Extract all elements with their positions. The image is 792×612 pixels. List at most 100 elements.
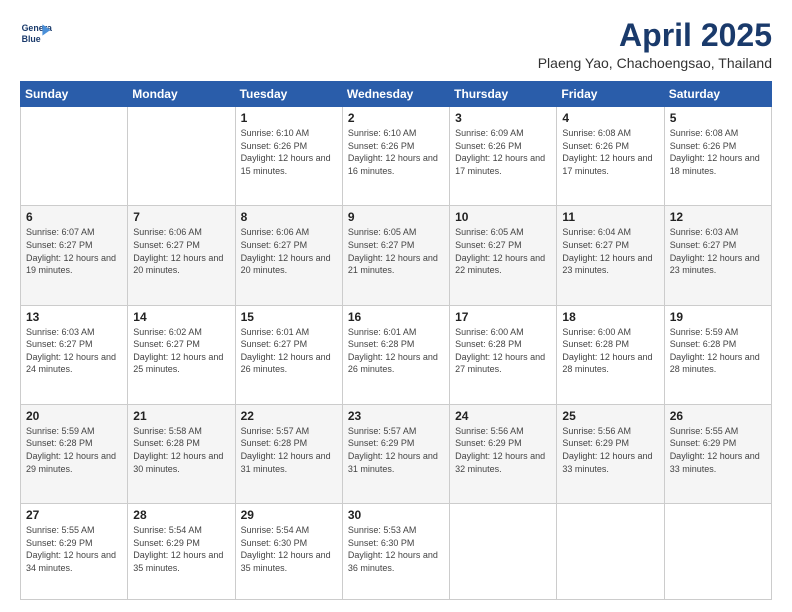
logo: General Blue xyxy=(20,18,52,50)
day-number: 24 xyxy=(455,409,551,423)
calendar-cell: 8 Sunrise: 6:06 AM Sunset: 6:27 PM Daylig… xyxy=(235,206,342,305)
day-info: Sunrise: 5:54 AM Sunset: 6:30 PM Dayligh… xyxy=(241,524,337,574)
day-number: 5 xyxy=(670,111,766,125)
calendar: SundayMondayTuesdayWednesdayThursdayFrid… xyxy=(20,81,772,600)
calendar-header-monday: Monday xyxy=(128,82,235,107)
day-number: 21 xyxy=(133,409,229,423)
day-info: Sunrise: 5:56 AM Sunset: 6:29 PM Dayligh… xyxy=(562,425,658,475)
calendar-cell: 28 Sunrise: 5:54 AM Sunset: 6:29 PM Dayli… xyxy=(128,504,235,600)
calendar-header-sunday: Sunday xyxy=(21,82,128,107)
day-info: Sunrise: 6:09 AM Sunset: 6:26 PM Dayligh… xyxy=(455,127,551,177)
calendar-header-tuesday: Tuesday xyxy=(235,82,342,107)
calendar-cell: 6 Sunrise: 6:07 AM Sunset: 6:27 PM Daylig… xyxy=(21,206,128,305)
calendar-week-row: 6 Sunrise: 6:07 AM Sunset: 6:27 PM Daylig… xyxy=(21,206,772,305)
calendar-cell xyxy=(128,107,235,206)
day-info: Sunrise: 6:07 AM Sunset: 6:27 PM Dayligh… xyxy=(26,226,122,276)
calendar-cell: 25 Sunrise: 5:56 AM Sunset: 6:29 PM Dayli… xyxy=(557,404,664,503)
calendar-cell: 9Sunrise: 6:05 AM Sunset: 6:27 PM Daylig… xyxy=(342,206,449,305)
day-info: Sunrise: 5:57 AM Sunset: 6:28 PM Dayligh… xyxy=(241,425,337,475)
calendar-cell: 17Sunrise: 6:00 AM Sunset: 6:28 PM Dayli… xyxy=(450,305,557,404)
calendar-week-row: 27Sunrise: 5:55 AM Sunset: 6:29 PM Dayli… xyxy=(21,504,772,600)
day-info: Sunrise: 6:03 AM Sunset: 6:27 PM Dayligh… xyxy=(670,226,766,276)
day-number: 23 xyxy=(348,409,444,423)
calendar-cell: 16Sunrise: 6:01 AM Sunset: 6:28 PM Dayli… xyxy=(342,305,449,404)
day-info: Sunrise: 5:53 AM Sunset: 6:30 PM Dayligh… xyxy=(348,524,444,574)
day-number: 10 xyxy=(455,210,551,224)
calendar-cell: 22 Sunrise: 5:57 AM Sunset: 6:28 PM Dayli… xyxy=(235,404,342,503)
title-area: April 2025 Plaeng Yao, Chachoengsao, Tha… xyxy=(538,18,772,71)
day-number: 8 xyxy=(241,210,337,224)
day-info: Sunrise: 5:56 AM Sunset: 6:29 PM Dayligh… xyxy=(455,425,551,475)
day-info: Sunrise: 5:59 AM Sunset: 6:28 PM Dayligh… xyxy=(670,326,766,376)
calendar-cell: 13 Sunrise: 6:03 AM Sunset: 6:27 PM Dayli… xyxy=(21,305,128,404)
day-number: 1 xyxy=(241,111,337,125)
calendar-cell: 12Sunrise: 6:03 AM Sunset: 6:27 PM Dayli… xyxy=(664,206,771,305)
calendar-cell: 26Sunrise: 5:55 AM Sunset: 6:29 PM Dayli… xyxy=(664,404,771,503)
month-title: April 2025 xyxy=(538,18,772,53)
calendar-header-wednesday: Wednesday xyxy=(342,82,449,107)
svg-text:Blue: Blue xyxy=(22,34,41,44)
day-number: 4 xyxy=(562,111,658,125)
day-number: 20 xyxy=(26,409,122,423)
day-number: 26 xyxy=(670,409,766,423)
day-number: 13 xyxy=(26,310,122,324)
day-number: 6 xyxy=(26,210,122,224)
day-number: 15 xyxy=(241,310,337,324)
day-number: 29 xyxy=(241,508,337,522)
day-number: 30 xyxy=(348,508,444,522)
day-info: Sunrise: 5:55 AM Sunset: 6:29 PM Dayligh… xyxy=(26,524,122,574)
header: General Blue April 2025 Plaeng Yao, Chac… xyxy=(20,18,772,71)
calendar-week-row: 13 Sunrise: 6:03 AM Sunset: 6:27 PM Dayli… xyxy=(21,305,772,404)
day-number: 25 xyxy=(562,409,658,423)
day-info: Sunrise: 5:57 AM Sunset: 6:29 PM Dayligh… xyxy=(348,425,444,475)
calendar-cell: 3 Sunrise: 6:09 AM Sunset: 6:26 PM Daylig… xyxy=(450,107,557,206)
calendar-cell: 10 Sunrise: 6:05 AM Sunset: 6:27 PM Dayli… xyxy=(450,206,557,305)
day-number: 28 xyxy=(133,508,229,522)
day-number: 14 xyxy=(133,310,229,324)
day-info: Sunrise: 6:06 AM Sunset: 6:27 PM Dayligh… xyxy=(133,226,229,276)
day-info: Sunrise: 6:08 AM Sunset: 6:26 PM Dayligh… xyxy=(562,127,658,177)
day-number: 7 xyxy=(133,210,229,224)
day-info: Sunrise: 6:08 AM Sunset: 6:26 PM Dayligh… xyxy=(670,127,766,177)
calendar-cell: 2 Sunrise: 6:10 AM Sunset: 6:26 PM Daylig… xyxy=(342,107,449,206)
calendar-cell xyxy=(664,504,771,600)
day-info: Sunrise: 5:59 AM Sunset: 6:28 PM Dayligh… xyxy=(26,425,122,475)
day-info: Sunrise: 6:06 AM Sunset: 6:27 PM Dayligh… xyxy=(241,226,337,276)
calendar-cell: 19 Sunrise: 5:59 AM Sunset: 6:28 PM Dayli… xyxy=(664,305,771,404)
day-number: 19 xyxy=(670,310,766,324)
calendar-cell xyxy=(450,504,557,600)
calendar-cell: 24 Sunrise: 5:56 AM Sunset: 6:29 PM Dayli… xyxy=(450,404,557,503)
calendar-cell: 29 Sunrise: 5:54 AM Sunset: 6:30 PM Dayli… xyxy=(235,504,342,600)
day-info: Sunrise: 5:54 AM Sunset: 6:29 PM Dayligh… xyxy=(133,524,229,574)
location: Plaeng Yao, Chachoengsao, Thailand xyxy=(538,55,772,71)
day-info: Sunrise: 5:58 AM Sunset: 6:28 PM Dayligh… xyxy=(133,425,229,475)
calendar-week-row: 1 Sunrise: 6:10 AM Sunset: 6:26 PM Daylig… xyxy=(21,107,772,206)
day-info: Sunrise: 6:00 AM Sunset: 6:28 PM Dayligh… xyxy=(562,326,658,376)
calendar-cell: 23 Sunrise: 5:57 AM Sunset: 6:29 PM Dayli… xyxy=(342,404,449,503)
day-number: 17 xyxy=(455,310,551,324)
calendar-cell: 27Sunrise: 5:55 AM Sunset: 6:29 PM Dayli… xyxy=(21,504,128,600)
calendar-cell: 18Sunrise: 6:00 AM Sunset: 6:28 PM Dayli… xyxy=(557,305,664,404)
calendar-header-row: SundayMondayTuesdayWednesdayThursdayFrid… xyxy=(21,82,772,107)
calendar-cell xyxy=(21,107,128,206)
calendar-cell xyxy=(557,504,664,600)
day-info: Sunrise: 6:10 AM Sunset: 6:26 PM Dayligh… xyxy=(241,127,337,177)
calendar-cell: 30 Sunrise: 5:53 AM Sunset: 6:30 PM Dayli… xyxy=(342,504,449,600)
calendar-cell: 5 Sunrise: 6:08 AM Sunset: 6:26 PM Daylig… xyxy=(664,107,771,206)
day-number: 11 xyxy=(562,210,658,224)
calendar-cell: 4 Sunrise: 6:08 AM Sunset: 6:26 PM Daylig… xyxy=(557,107,664,206)
day-info: Sunrise: 6:02 AM Sunset: 6:27 PM Dayligh… xyxy=(133,326,229,376)
calendar-cell: 1 Sunrise: 6:10 AM Sunset: 6:26 PM Daylig… xyxy=(235,107,342,206)
calendar-header-saturday: Saturday xyxy=(664,82,771,107)
day-info: Sunrise: 6:10 AM Sunset: 6:26 PM Dayligh… xyxy=(348,127,444,177)
day-info: Sunrise: 6:03 AM Sunset: 6:27 PM Dayligh… xyxy=(26,326,122,376)
calendar-cell: 15 Sunrise: 6:01 AM Sunset: 6:27 PM Dayli… xyxy=(235,305,342,404)
calendar-header-friday: Friday xyxy=(557,82,664,107)
day-number: 22 xyxy=(241,409,337,423)
calendar-cell: 20 Sunrise: 5:59 AM Sunset: 6:28 PM Dayli… xyxy=(21,404,128,503)
day-info: Sunrise: 6:01 AM Sunset: 6:28 PM Dayligh… xyxy=(348,326,444,376)
day-number: 2 xyxy=(348,111,444,125)
day-info: Sunrise: 6:05 AM Sunset: 6:27 PM Dayligh… xyxy=(455,226,551,276)
day-number: 3 xyxy=(455,111,551,125)
day-info: Sunrise: 6:01 AM Sunset: 6:27 PM Dayligh… xyxy=(241,326,337,376)
